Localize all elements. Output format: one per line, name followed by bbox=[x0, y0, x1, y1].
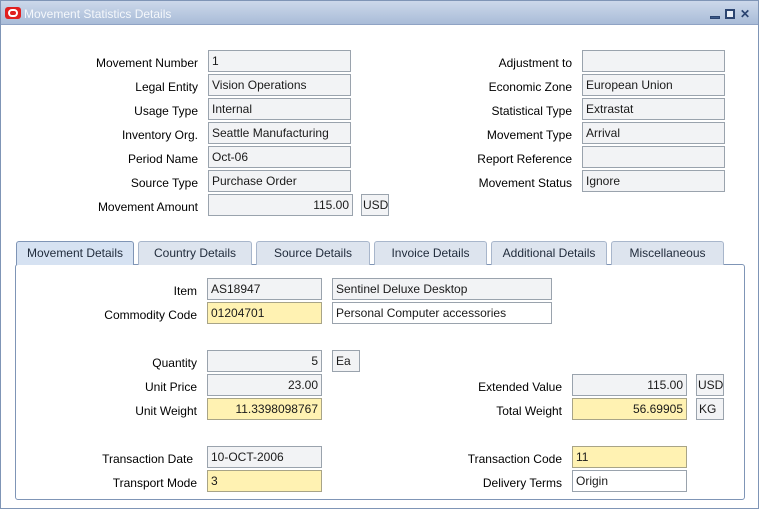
movement-statistics-window: Movement Statistics Details ✕ Movement N… bbox=[0, 0, 759, 509]
transport-mode-field[interactable]: 3 bbox=[207, 470, 322, 492]
total-weight-uom[interactable]: KG bbox=[696, 398, 724, 420]
period-name-field[interactable]: Oct-06 bbox=[208, 146, 351, 168]
source-type-field[interactable]: Purchase Order bbox=[208, 170, 351, 192]
transaction-code-label: Transaction Code bbox=[467, 452, 562, 466]
unit-weight-label: Unit Weight bbox=[135, 404, 197, 418]
usage-type-label: Usage Type bbox=[134, 104, 198, 118]
extended-value-label: Extended Value bbox=[478, 380, 562, 394]
quantity-field[interactable]: 5 bbox=[207, 350, 322, 372]
quantity-label: Quantity bbox=[152, 356, 197, 370]
movement-amount-currency[interactable]: USD bbox=[361, 194, 389, 216]
statistical-type-label: Statistical Type bbox=[491, 104, 572, 118]
movement-amount-field[interactable]: 115.00 bbox=[208, 194, 353, 216]
commodity-description-field[interactable]: Personal Computer accessories bbox=[332, 302, 552, 324]
tab-source-details[interactable]: Source Details bbox=[256, 241, 370, 265]
minimize-icon[interactable] bbox=[710, 16, 720, 19]
transaction-date-field[interactable]: 10-OCT-2006 bbox=[207, 446, 322, 468]
total-weight-field[interactable]: 56.69905 bbox=[572, 398, 687, 420]
tab-country-details[interactable]: Country Details bbox=[138, 241, 252, 265]
commodity-code-field[interactable]: 01204701 bbox=[207, 302, 322, 324]
oracle-logo-icon bbox=[5, 7, 21, 19]
item-field[interactable]: AS18947 bbox=[207, 278, 322, 300]
unit-price-label: Unit Price bbox=[144, 380, 197, 394]
item-label: Item bbox=[173, 284, 197, 298]
unit-price-field[interactable]: 23.00 bbox=[207, 374, 322, 396]
movement-number-label: Movement Number bbox=[95, 56, 198, 70]
source-type-label: Source Type bbox=[130, 176, 198, 190]
movement-status-label: Movement Status bbox=[478, 176, 572, 190]
adjustment-to-label: Adjustment to bbox=[498, 56, 572, 70]
commodity-code-label: Commodity Code bbox=[104, 308, 197, 322]
window-title: Movement Statistics Details bbox=[24, 7, 172, 21]
movement-number-field[interactable]: 1 bbox=[208, 50, 351, 72]
report-reference-field[interactable] bbox=[582, 146, 725, 168]
transport-mode-label: Transport Mode bbox=[112, 476, 197, 490]
delivery-terms-label: Delivery Terms bbox=[482, 476, 562, 490]
inventory-org-label: Inventory Org. bbox=[121, 128, 198, 142]
item-description-field[interactable]: Sentinel Deluxe Desktop bbox=[332, 278, 552, 300]
total-weight-label: Total Weight bbox=[496, 404, 562, 418]
transaction-date-label: Transaction Date bbox=[102, 452, 193, 466]
tab-miscellaneous[interactable]: Miscellaneous bbox=[611, 241, 724, 265]
delivery-terms-field[interactable]: Origin bbox=[572, 470, 687, 492]
unit-weight-field[interactable]: 11.3398098767 bbox=[207, 398, 322, 420]
period-name-label: Period Name bbox=[127, 152, 198, 166]
tab-invoice-details[interactable]: Invoice Details bbox=[374, 241, 487, 265]
economic-zone-label: Economic Zone bbox=[488, 80, 572, 94]
extended-value-field[interactable]: 115.00 bbox=[572, 374, 687, 396]
legal-entity-field[interactable]: Vision Operations bbox=[208, 74, 351, 96]
quantity-uom-field[interactable]: Ea bbox=[332, 350, 360, 372]
economic-zone-field[interactable]: European Union bbox=[582, 74, 725, 96]
movement-type-label: Movement Type bbox=[486, 128, 572, 142]
usage-type-field[interactable]: Internal bbox=[208, 98, 351, 120]
statistical-type-field[interactable]: Extrastat bbox=[582, 98, 725, 120]
close-icon[interactable]: ✕ bbox=[740, 8, 750, 20]
adjustment-to-field[interactable] bbox=[582, 50, 725, 72]
maximize-icon[interactable] bbox=[725, 9, 735, 19]
movement-amount-label: Movement Amount bbox=[97, 200, 198, 214]
inventory-org-field[interactable]: Seattle Manufacturing bbox=[208, 122, 351, 144]
movement-type-field[interactable]: Arrival bbox=[582, 122, 725, 144]
tab-movement-details[interactable]: Movement Details bbox=[16, 241, 134, 265]
legal-entity-label: Legal Entity bbox=[135, 80, 198, 94]
report-reference-label: Report Reference bbox=[477, 152, 572, 166]
tab-additional-details[interactable]: Additional Details bbox=[491, 241, 607, 265]
transaction-code-field[interactable]: 11 bbox=[572, 446, 687, 468]
extended-value-currency[interactable]: USD bbox=[696, 374, 724, 396]
title-bar[interactable]: Movement Statistics Details ✕ bbox=[1, 1, 758, 25]
movement-status-field[interactable]: Ignore bbox=[582, 170, 725, 192]
